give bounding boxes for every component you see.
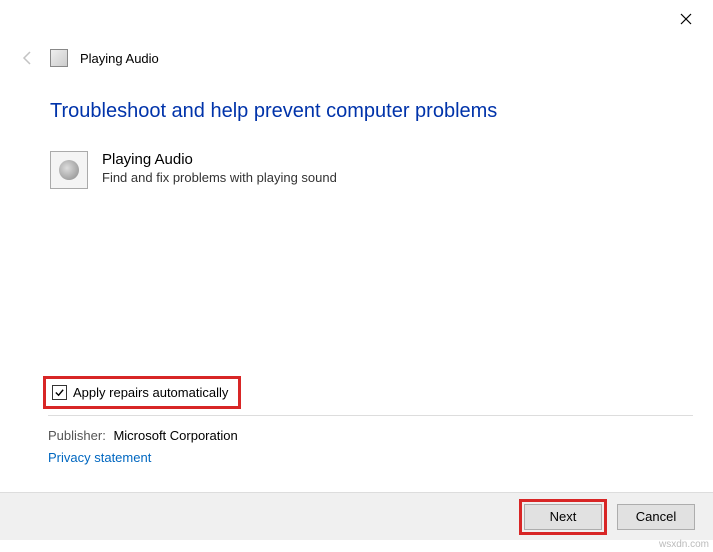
close-icon	[680, 13, 692, 25]
page-heading: Troubleshoot and help prevent computer p…	[50, 100, 693, 123]
watermark: wsxdn.com	[659, 539, 709, 550]
checkmark-icon	[54, 387, 65, 398]
troubleshoot-item: Playing Audio Find and fix problems with…	[50, 151, 693, 189]
footer: Next Cancel	[0, 492, 713, 540]
publisher-label: Publisher:	[48, 428, 106, 443]
window-title: Playing Audio	[80, 51, 159, 66]
publisher-info: Publisher: Microsoft Corporation	[48, 428, 238, 443]
next-button-highlight: Next	[519, 499, 607, 535]
publisher-value: Microsoft Corporation	[113, 428, 237, 443]
main-content: Troubleshoot and help prevent computer p…	[50, 100, 693, 189]
apply-repairs-option[interactable]: Apply repairs automatically	[43, 376, 241, 409]
back-button	[18, 48, 38, 68]
arrow-left-icon	[20, 50, 36, 66]
item-description: Find and fix problems with playing sound	[102, 170, 337, 185]
next-button[interactable]: Next	[524, 504, 602, 530]
cancel-button[interactable]: Cancel	[617, 504, 695, 530]
header: Playing Audio	[18, 48, 159, 68]
privacy-statement-link[interactable]: Privacy statement	[48, 450, 151, 465]
divider	[48, 415, 693, 416]
audio-icon	[50, 151, 88, 189]
troubleshooter-icon	[50, 49, 68, 67]
item-title: Playing Audio	[102, 151, 337, 168]
close-button[interactable]	[679, 12, 693, 26]
apply-repairs-checkbox[interactable]	[52, 385, 67, 400]
apply-repairs-label: Apply repairs automatically	[73, 385, 228, 400]
